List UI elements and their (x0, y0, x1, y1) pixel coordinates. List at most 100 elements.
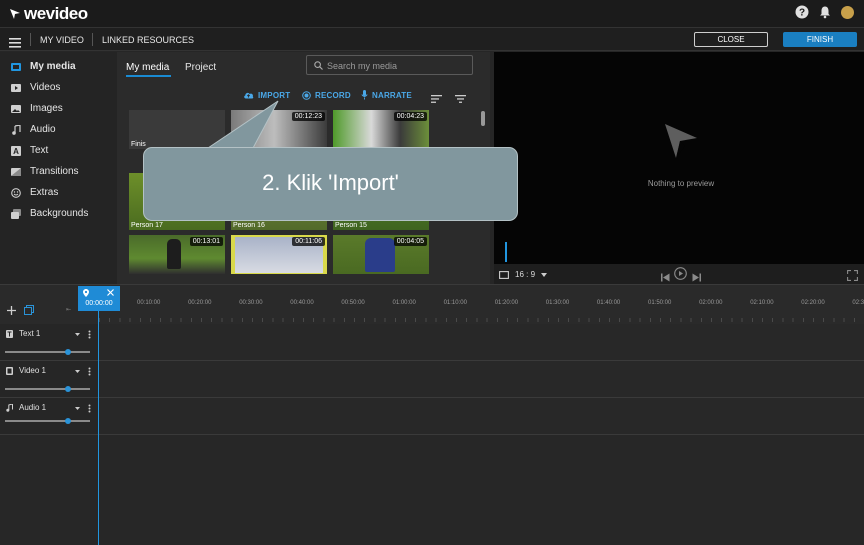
help-icon[interactable]: ? (795, 5, 809, 19)
playhead-line[interactable] (98, 311, 99, 545)
media-thumbnail[interactable]: 00:04:05 (333, 235, 429, 274)
preview-scrubber[interactable] (505, 242, 507, 262)
track-lane-audio[interactable] (99, 398, 864, 435)
preview-controls: 16 : 9 (494, 264, 864, 284)
more-options-icon[interactable] (88, 404, 91, 413)
sidebar-item-text[interactable]: A Text (0, 140, 117, 161)
track-volume-slider[interactable] (5, 388, 90, 390)
timeline-tick-label: 01:50:00 (648, 300, 672, 306)
finish-button[interactable]: FINISH (783, 32, 857, 47)
smiley-icon (11, 187, 21, 198)
add-track-icon[interactable] (7, 302, 16, 320)
top-bar: wevideo ? (0, 0, 864, 27)
sidebar-item-label: Audio (30, 124, 56, 135)
text-track-icon (6, 330, 13, 338)
track-header-audio: Audio 1 (0, 398, 99, 435)
ruler-minor-ticks (99, 318, 864, 322)
avatar[interactable] (841, 6, 854, 19)
timeline-tick-label: 00:40:00 (290, 300, 314, 306)
timeline-tick-label: 00:10:00 (137, 300, 161, 306)
svg-text:?: ? (799, 8, 805, 19)
timeline-tick-label: 02:00:00 (699, 300, 723, 306)
volume-slider-knob[interactable] (65, 418, 71, 424)
sidebar-item-transitions[interactable]: Transitions (0, 161, 117, 182)
narrate-button[interactable]: NARRATE (361, 89, 412, 101)
media-scrollbar[interactable] (481, 111, 485, 126)
media-thumbnail[interactable]: 00:04:23 (333, 110, 429, 149)
sidebar-item-extras[interactable]: Extras (0, 182, 117, 203)
sidebar-item-label: Extras (30, 187, 59, 198)
menu-bar: MY VIDEO LINKED RESOURCES CLOSE FINISH (0, 27, 864, 51)
sort-icon[interactable] (431, 90, 442, 108)
active-tab-indicator (126, 75, 171, 77)
narrate-label: NARRATE (372, 90, 412, 100)
more-options-icon[interactable] (88, 367, 91, 376)
thumbnail-name: Finis (131, 141, 146, 148)
sidebar-item-videos[interactable]: Videos (0, 77, 117, 98)
track-volume-slider[interactable] (5, 420, 90, 422)
scissors-icon (107, 289, 114, 296)
zoom-icon[interactable]: ⇤ (66, 306, 71, 313)
sidebar-item-images[interactable]: Images (0, 98, 117, 119)
play-icon[interactable] (674, 267, 687, 285)
sidebar-item-label: Images (30, 103, 63, 114)
track-name[interactable]: Audio 1 (19, 403, 46, 412)
sidebar-item-label: Transitions (30, 166, 79, 177)
search-box[interactable] (306, 55, 473, 75)
video-icon (11, 83, 21, 92)
track-header-video: Video 1 (0, 361, 99, 398)
timeline-tick-label: 01:10:00 (443, 300, 467, 306)
microphone-icon (361, 90, 368, 100)
volume-slider-knob[interactable] (65, 349, 71, 355)
callout-text: 2. Klik 'Import' (262, 170, 399, 195)
more-options-icon[interactable] (88, 330, 91, 339)
track-name[interactable]: Video 1 (19, 366, 46, 375)
chevron-down-icon[interactable] (75, 370, 80, 373)
media-thumbnail[interactable]: 00:13:01 (129, 235, 225, 274)
duplicate-icon[interactable] (24, 302, 34, 320)
tab-my-media[interactable]: My media (126, 62, 169, 73)
sidebar: My media Videos Images Audio A Text Tran… (0, 52, 117, 284)
divider (92, 33, 93, 46)
bell-icon[interactable] (818, 5, 832, 19)
thumbnail-duration: 00:11:06 (292, 237, 325, 246)
search-input[interactable] (327, 59, 467, 72)
video-track-icon (6, 367, 13, 375)
sidebar-item-audio[interactable]: Audio (0, 119, 117, 140)
tab-project[interactable]: Project (185, 62, 216, 73)
audio-track-icon (6, 404, 13, 412)
track-name[interactable]: Text 1 (19, 329, 40, 338)
transition-icon (11, 167, 21, 176)
logo-arrow-icon (10, 8, 20, 19)
filter-icon[interactable] (455, 90, 466, 108)
cloud-upload-icon (244, 92, 254, 99)
aspect-ratio-icon (499, 270, 509, 279)
sidebar-item-my-media[interactable]: My media (0, 56, 117, 77)
sidebar-item-label: My media (30, 61, 76, 72)
search-icon (314, 61, 323, 70)
media-thumbnail[interactable]: 00:11:06 (231, 235, 327, 274)
close-button[interactable]: CLOSE (694, 32, 768, 47)
linked-resources-link[interactable]: LINKED RESOURCES (102, 35, 194, 45)
playhead-handle[interactable]: 00:00:00 (78, 286, 120, 311)
thumbnail-duration: 00:04:23 (393, 112, 427, 121)
person-figure (365, 238, 395, 272)
track-lane-video[interactable] (99, 361, 864, 398)
wevideo-logo[interactable]: wevideo (9, 4, 88, 23)
sidebar-item-backgrounds[interactable]: Backgrounds (0, 203, 117, 224)
timeline-tick-label: 01:00:00 (392, 300, 416, 306)
volume-slider-knob[interactable] (65, 386, 71, 392)
chevron-down-icon[interactable] (75, 333, 80, 336)
record-button[interactable]: RECORD (302, 89, 351, 101)
track-lane-text[interactable] (99, 324, 864, 361)
preview-window: Nothing to preview (494, 52, 864, 264)
chevron-down-icon[interactable] (75, 407, 80, 410)
my-video-link[interactable]: MY VIDEO (40, 35, 84, 45)
sidebar-item-label: Text (30, 145, 49, 156)
preview-empty-text: Nothing to preview (647, 179, 715, 188)
track-header-text: Text 1 (0, 324, 99, 361)
hamburger-menu-icon[interactable] (9, 35, 21, 53)
aspect-ratio-selector[interactable]: 16 : 9 (499, 270, 548, 279)
track-volume-slider[interactable] (5, 351, 90, 353)
timeline-tick-label: 01:30:00 (545, 300, 570, 306)
